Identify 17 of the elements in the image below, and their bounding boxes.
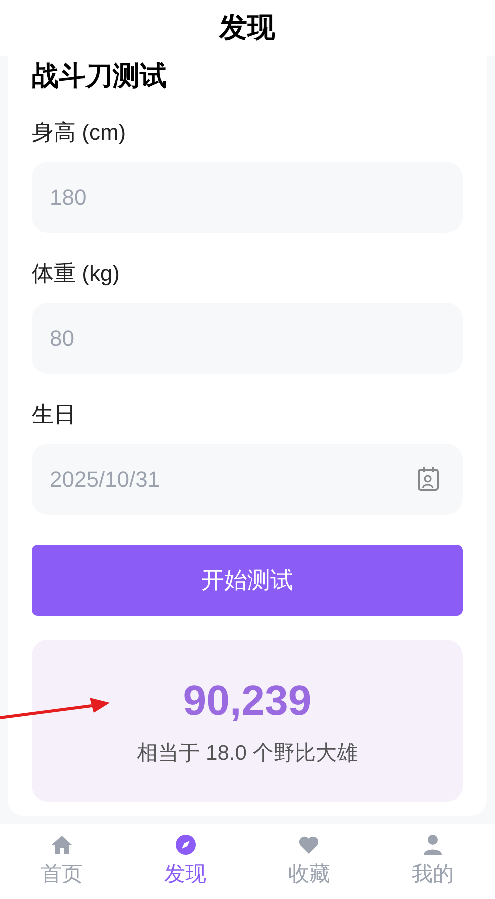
field-label: 身高 (cm) xyxy=(32,119,128,147)
page-title: 发现 xyxy=(220,11,276,45)
form-title: 战斗刀测试 xyxy=(32,60,168,92)
input-field[interactable]: 180 xyxy=(32,162,463,233)
calendar-icon[interactable] xyxy=(417,466,441,492)
start-test-button[interactable]: 开始测试 xyxy=(32,545,463,616)
nav-tab[interactable]: 我的 xyxy=(371,832,495,890)
field-label: 体重 (kg) xyxy=(32,260,121,288)
result-value: 90,239 xyxy=(183,676,312,726)
input-field[interactable]: 80 xyxy=(32,303,463,374)
nav-tab[interactable]: 首页 xyxy=(0,832,124,890)
field-label: 生日 xyxy=(32,401,77,429)
compass-icon xyxy=(174,832,198,857)
result-caption: 相当于 18.0 个野比大雄 xyxy=(137,741,358,768)
nav-tab[interactable]: 收藏 xyxy=(248,832,372,890)
nav-tab[interactable]: 发现 xyxy=(124,832,248,890)
date-field[interactable]: 2025/10/31 xyxy=(32,444,463,515)
